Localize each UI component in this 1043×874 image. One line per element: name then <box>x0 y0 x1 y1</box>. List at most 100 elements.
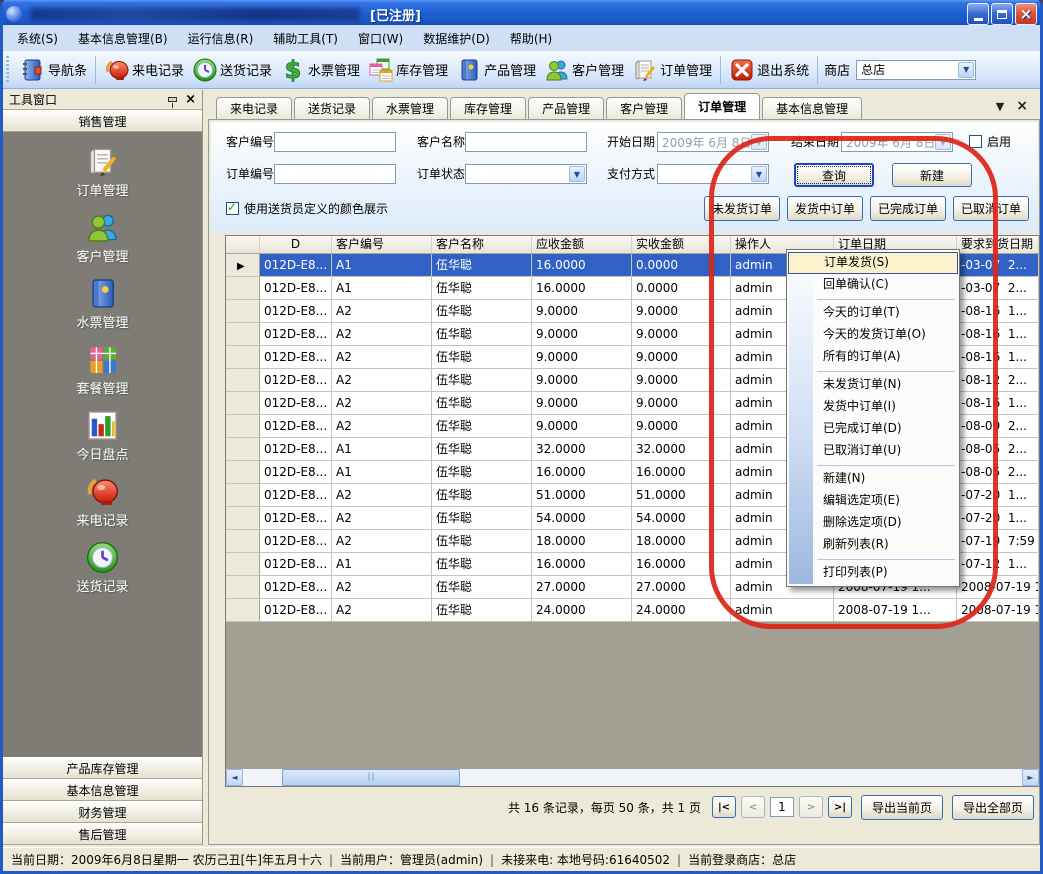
toolbar-button[interactable]: 送货记录 <box>188 55 276 85</box>
sidebar-section-sales[interactable]: 销售管理 <box>3 110 202 132</box>
order-status-select[interactable]: ▼ <box>465 164 587 184</box>
toolbar-button[interactable]: 客户管理 <box>540 55 628 85</box>
row-selector-cell[interactable] <box>226 369 260 391</box>
sidebar-item[interactable]: 套餐管理 <box>76 342 128 397</box>
toolbar-button-exit[interactable]: 退出系统 <box>725 55 813 85</box>
menu-item[interactable]: 运行信息(R) <box>178 27 264 50</box>
sidebar-item[interactable]: 今日盘点 <box>76 408 128 463</box>
close-icon[interactable]: × <box>185 95 196 105</box>
context-menu-item[interactable]: 未发货订单(N) <box>787 374 959 396</box>
column-header-required-date[interactable]: 要求到货日期 <box>957 236 1039 253</box>
sidebar-section[interactable]: 基本信息管理 <box>3 779 202 801</box>
order-status-filter-button[interactable]: 发货中订单 <box>787 196 863 221</box>
sidebar-item[interactable]: 订单管理 <box>76 144 128 199</box>
row-selector-cell[interactable] <box>226 277 260 299</box>
context-menu-item[interactable]: 今天的发货订单(O) <box>787 324 959 346</box>
context-menu-item[interactable]: 已完成订单(D) <box>787 418 959 440</box>
new-button[interactable]: 新建 <box>892 163 972 187</box>
sidebar-item[interactable]: 水票管理 <box>76 276 128 331</box>
tab[interactable]: 产品管理 <box>528 97 604 119</box>
first-page-button[interactable]: |< <box>712 796 736 818</box>
row-selector-cell[interactable] <box>226 576 260 598</box>
row-selector-cell[interactable] <box>226 599 260 621</box>
column-header-received[interactable]: 实收金额 <box>632 236 731 253</box>
context-menu-item[interactable]: 刷新列表(R) <box>787 534 959 556</box>
close-button[interactable]: × <box>1015 3 1037 25</box>
context-menu-item[interactable]: 删除选定项(D) <box>787 512 959 534</box>
order-status-filter-button[interactable]: 已取消订单 <box>953 196 1029 221</box>
menu-item[interactable]: 窗口(W) <box>348 27 413 50</box>
enable-checkbox[interactable] <box>969 135 982 148</box>
sidebar-section[interactable]: 产品库存管理 <box>3 757 202 779</box>
context-menu-item[interactable]: 发货中订单(I) <box>787 396 959 418</box>
row-selector-cell[interactable] <box>226 461 260 483</box>
row-selector-cell[interactable] <box>226 323 260 345</box>
row-selector-cell[interactable] <box>226 438 260 460</box>
tab-close-icon[interactable]: × <box>1016 98 1028 114</box>
customer-name-input[interactable] <box>465 132 587 152</box>
tab[interactable]: 基本信息管理 <box>762 97 862 119</box>
column-header-receivable[interactable]: 应收金额 <box>532 236 632 253</box>
row-selector-cell[interactable] <box>226 300 260 322</box>
context-menu-item[interactable]: 订单发货(S) <box>788 252 958 274</box>
shop-select[interactable]: 总店 ▼ <box>856 60 976 80</box>
scrollbar-thumb[interactable] <box>282 769 460 786</box>
row-selector-cell[interactable] <box>226 392 260 414</box>
minimize-button[interactable] <box>967 3 989 25</box>
end-date-picker[interactable]: 2009年 6月 8日 ▼ <box>841 132 953 152</box>
menu-item[interactable]: 基本信息管理(B) <box>68 27 178 50</box>
tab[interactable]: 库存管理 <box>450 97 526 119</box>
last-page-button[interactable]: >| <box>828 796 852 818</box>
chevron-down-icon[interactable]: ▼ <box>569 166 585 182</box>
tab[interactable]: 订单管理 <box>684 93 760 119</box>
column-header-customer-name[interactable]: 客户名称 <box>432 236 532 253</box>
export-current-page-button[interactable]: 导出当前页 <box>861 795 943 820</box>
pin-icon[interactable] <box>168 97 177 102</box>
menu-item[interactable]: 帮助(H) <box>500 27 562 50</box>
sidebar-item[interactable]: 送货记录 <box>76 540 128 595</box>
chevron-down-icon[interactable]: ▼ <box>751 134 767 150</box>
row-selector-cell[interactable] <box>226 415 260 437</box>
row-selector-cell[interactable] <box>226 484 260 506</box>
maximize-button[interactable] <box>991 3 1013 25</box>
toolbar-button-navigator[interactable]: 导航条 <box>16 55 91 85</box>
color-display-checkbox[interactable] <box>226 202 239 215</box>
chevron-down-icon[interactable]: ▼ <box>958 62 974 78</box>
order-status-filter-button[interactable]: 未发货订单 <box>704 196 780 221</box>
tab[interactable]: 水票管理 <box>372 97 448 119</box>
sidebar-section[interactable]: 售后管理 <box>3 823 202 845</box>
customer-no-input[interactable] <box>274 132 396 152</box>
scroll-right-icon[interactable]: ► <box>1022 769 1039 786</box>
toolbar-button[interactable]: 产品管理 <box>452 55 540 85</box>
order-status-filter-button[interactable]: 已完成订单 <box>870 196 946 221</box>
chevron-down-icon[interactable]: ▼ <box>935 134 951 150</box>
toolbar-button[interactable]: 水票管理 <box>276 55 364 85</box>
context-menu-item[interactable]: 所有的订单(A) <box>787 346 959 368</box>
export-all-pages-button[interactable]: 导出全部页 <box>952 795 1034 820</box>
tab[interactable]: 客户管理 <box>606 97 682 119</box>
sidebar-item[interactable]: 来电记录 <box>76 474 128 529</box>
row-selector-header[interactable] <box>226 236 260 253</box>
toolbar-grip[interactable] <box>6 56 13 84</box>
column-header-customer-no[interactable]: 客户编号 <box>332 236 432 253</box>
row-selector-cell[interactable] <box>226 530 260 552</box>
toolbar-button[interactable]: 来电记录 <box>100 55 188 85</box>
page-number-input[interactable]: 1 <box>770 797 794 817</box>
context-menu-item[interactable]: 回单确认(C) <box>787 274 959 296</box>
title-bar[interactable]: [已注册] × <box>0 0 1043 28</box>
table-row[interactable]: 012D-E8... A2 伍华聪 24.0000 24.0000 admin … <box>226 599 1039 622</box>
start-date-picker[interactable]: 2009年 6月 8日 ▼ <box>657 132 769 152</box>
sidebar-item[interactable]: 客户管理 <box>76 210 128 265</box>
context-menu-item[interactable]: 新建(N) <box>787 468 959 490</box>
context-menu-item[interactable]: 编辑选定项(E) <box>787 490 959 512</box>
pay-method-select[interactable]: ▼ <box>657 164 769 184</box>
row-selector-cell[interactable] <box>226 553 260 575</box>
prev-page-button[interactable]: < <box>741 796 765 818</box>
query-button[interactable]: 查询 <box>794 163 874 187</box>
order-no-input[interactable] <box>274 164 396 184</box>
context-menu-item[interactable]: 打印列表(P) <box>787 562 959 584</box>
row-selector-cell[interactable] <box>226 346 260 368</box>
chevron-down-icon[interactable]: ▼ <box>751 166 767 182</box>
scroll-left-icon[interactable]: ◄ <box>226 769 243 786</box>
sidebar-section[interactable]: 财务管理 <box>3 801 202 823</box>
